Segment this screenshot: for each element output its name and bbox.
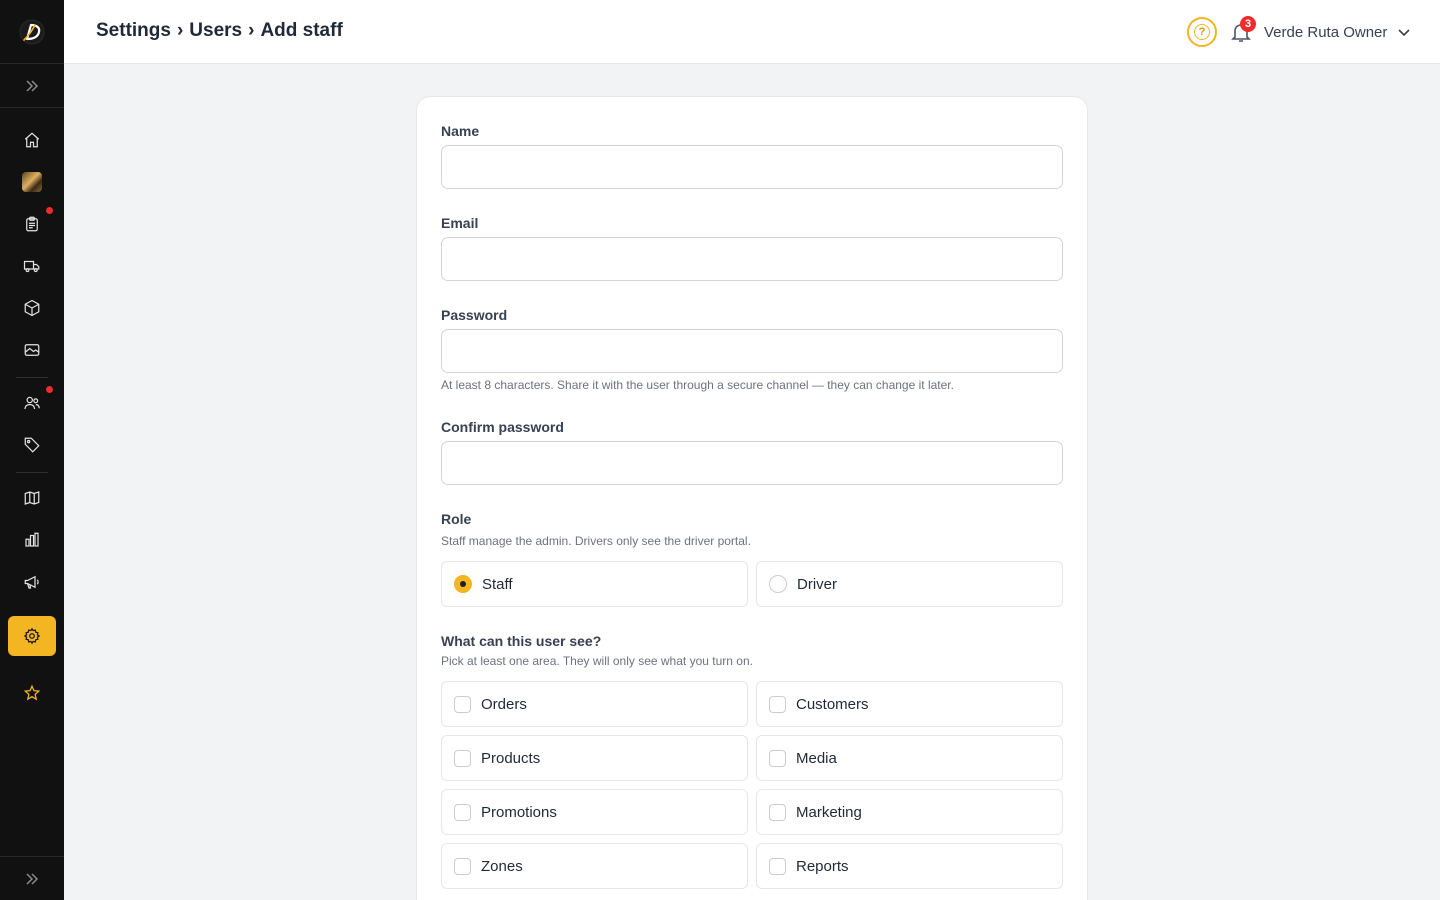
password-hint: At least 8 characters. Share it with the… bbox=[441, 378, 954, 392]
area-option-promotions[interactable]: Promotions bbox=[441, 789, 748, 835]
help-button[interactable]: ? bbox=[1187, 17, 1217, 47]
breadcrumb-current: Add staff bbox=[260, 20, 343, 41]
sidebar-expand-button[interactable] bbox=[0, 64, 64, 108]
sidebar-divider bbox=[16, 377, 48, 378]
password-label: Password bbox=[441, 307, 508, 323]
breadcrumb-users[interactable]: Users bbox=[189, 20, 242, 42]
user-menu[interactable]: Verde Ruta Owner bbox=[1264, 20, 1411, 44]
role-label: Role bbox=[441, 511, 472, 527]
areas-label: What can this user see? bbox=[441, 633, 602, 649]
role-option-driver[interactable]: Driver bbox=[756, 561, 1063, 607]
breadcrumb-settings[interactable]: Settings bbox=[96, 20, 171, 42]
area-option-marketing[interactable]: Marketing bbox=[756, 789, 1063, 835]
areas-hint: Pick at least one area. They will only s… bbox=[441, 654, 753, 668]
name-label: Name bbox=[441, 123, 480, 139]
star-icon bbox=[23, 684, 41, 701]
gear-icon bbox=[23, 627, 41, 645]
sidebar-item-media[interactable] bbox=[8, 330, 56, 370]
confirm-password-input[interactable] bbox=[441, 441, 1063, 485]
breadcrumb-separator: › bbox=[176, 20, 184, 41]
chevrons-right-icon bbox=[26, 872, 39, 885]
truck-icon bbox=[23, 260, 40, 273]
radio-selected[interactable] bbox=[454, 575, 472, 593]
role-option-staff[interactable]: Staff bbox=[441, 561, 748, 607]
email-label: Email bbox=[441, 215, 479, 231]
breadcrumb: Settings › Users › Add staff bbox=[96, 20, 343, 42]
role-option-label: Staff bbox=[482, 575, 513, 593]
checkbox[interactable] bbox=[454, 857, 471, 875]
sidebar-item-settings[interactable] bbox=[8, 616, 56, 656]
sidebar-item-reports[interactable] bbox=[8, 520, 56, 560]
users-icon bbox=[24, 396, 40, 410]
sidebar-item-marketing[interactable] bbox=[8, 562, 56, 602]
orders-alert-dot bbox=[46, 207, 53, 214]
breadcrumb-separator: › bbox=[248, 20, 255, 41]
area-option-label: Orders bbox=[481, 695, 527, 713]
name-input[interactable] bbox=[441, 145, 1063, 189]
top-header: Settings › Users › Add staff ? 3 Verde R… bbox=[64, 0, 1440, 64]
image-icon bbox=[24, 344, 40, 356]
customers-alert-dot bbox=[46, 386, 53, 393]
role-option-label: Driver bbox=[797, 575, 837, 593]
tag-icon bbox=[24, 437, 40, 453]
chevron-down-icon bbox=[1398, 29, 1410, 37]
area-option-customers[interactable]: Customers bbox=[756, 681, 1063, 727]
logo-icon bbox=[19, 19, 45, 44]
sidebar-item-zones[interactable] bbox=[8, 478, 56, 518]
area-option-label: Reports bbox=[796, 857, 849, 875]
area-option-products[interactable]: Products bbox=[441, 735, 748, 781]
checkbox[interactable] bbox=[769, 695, 786, 713]
area-option-label: Products bbox=[481, 749, 541, 767]
area-option-reports[interactable]: Reports bbox=[756, 843, 1063, 889]
app-logo[interactable] bbox=[0, 0, 64, 64]
add-staff-form: Name Email Password At least 8 character… bbox=[416, 96, 1088, 900]
area-option-label: Customers bbox=[796, 695, 869, 713]
help-icon: ? bbox=[1194, 24, 1210, 40]
radio-unselected[interactable] bbox=[769, 575, 787, 593]
sidebar-item-home[interactable] bbox=[8, 120, 56, 160]
clipboard-icon bbox=[26, 216, 38, 232]
sidebar-item-products[interactable] bbox=[8, 288, 56, 328]
map-icon bbox=[24, 491, 40, 505]
area-option-orders[interactable]: Orders bbox=[441, 681, 748, 727]
megaphone-icon bbox=[24, 575, 39, 589]
sidebar-item-media-thumbnail[interactable] bbox=[8, 162, 56, 202]
home-icon bbox=[24, 132, 40, 148]
chevrons-right-icon bbox=[26, 79, 39, 92]
checkbox[interactable] bbox=[769, 857, 786, 875]
area-option-media[interactable]: Media bbox=[756, 735, 1063, 781]
image-thumbnail bbox=[22, 172, 42, 192]
password-input[interactable] bbox=[441, 329, 1063, 373]
area-option-label: Zones bbox=[481, 857, 523, 875]
sidebar-item-delivery[interactable] bbox=[8, 246, 56, 286]
email-input[interactable] bbox=[441, 237, 1063, 281]
notification-badge: 3 bbox=[1240, 16, 1256, 32]
sidebar-item-promotions[interactable] bbox=[8, 425, 56, 465]
checkbox[interactable] bbox=[769, 749, 786, 767]
checkbox[interactable] bbox=[454, 695, 471, 713]
sidebar-divider bbox=[16, 472, 48, 473]
user-name: Verde Ruta Owner bbox=[1264, 23, 1388, 41]
bar-chart-icon bbox=[25, 532, 39, 547]
area-option-zones[interactable]: Zones bbox=[441, 843, 748, 889]
area-option-label: Media bbox=[796, 749, 837, 767]
confirm-password-label: Confirm password bbox=[441, 419, 564, 435]
checkbox[interactable] bbox=[454, 749, 471, 767]
sidebar bbox=[0, 0, 64, 900]
box-icon bbox=[24, 299, 40, 317]
area-option-label: Promotions bbox=[481, 803, 557, 821]
area-option-label: Marketing bbox=[796, 803, 862, 821]
checkbox[interactable] bbox=[769, 803, 786, 821]
sidebar-collapse-button[interactable] bbox=[0, 856, 64, 900]
sidebar-item-favorites[interactable] bbox=[8, 673, 56, 713]
role-hint: Staff manage the admin. Drivers only see… bbox=[441, 534, 751, 548]
checkbox[interactable] bbox=[454, 803, 471, 821]
